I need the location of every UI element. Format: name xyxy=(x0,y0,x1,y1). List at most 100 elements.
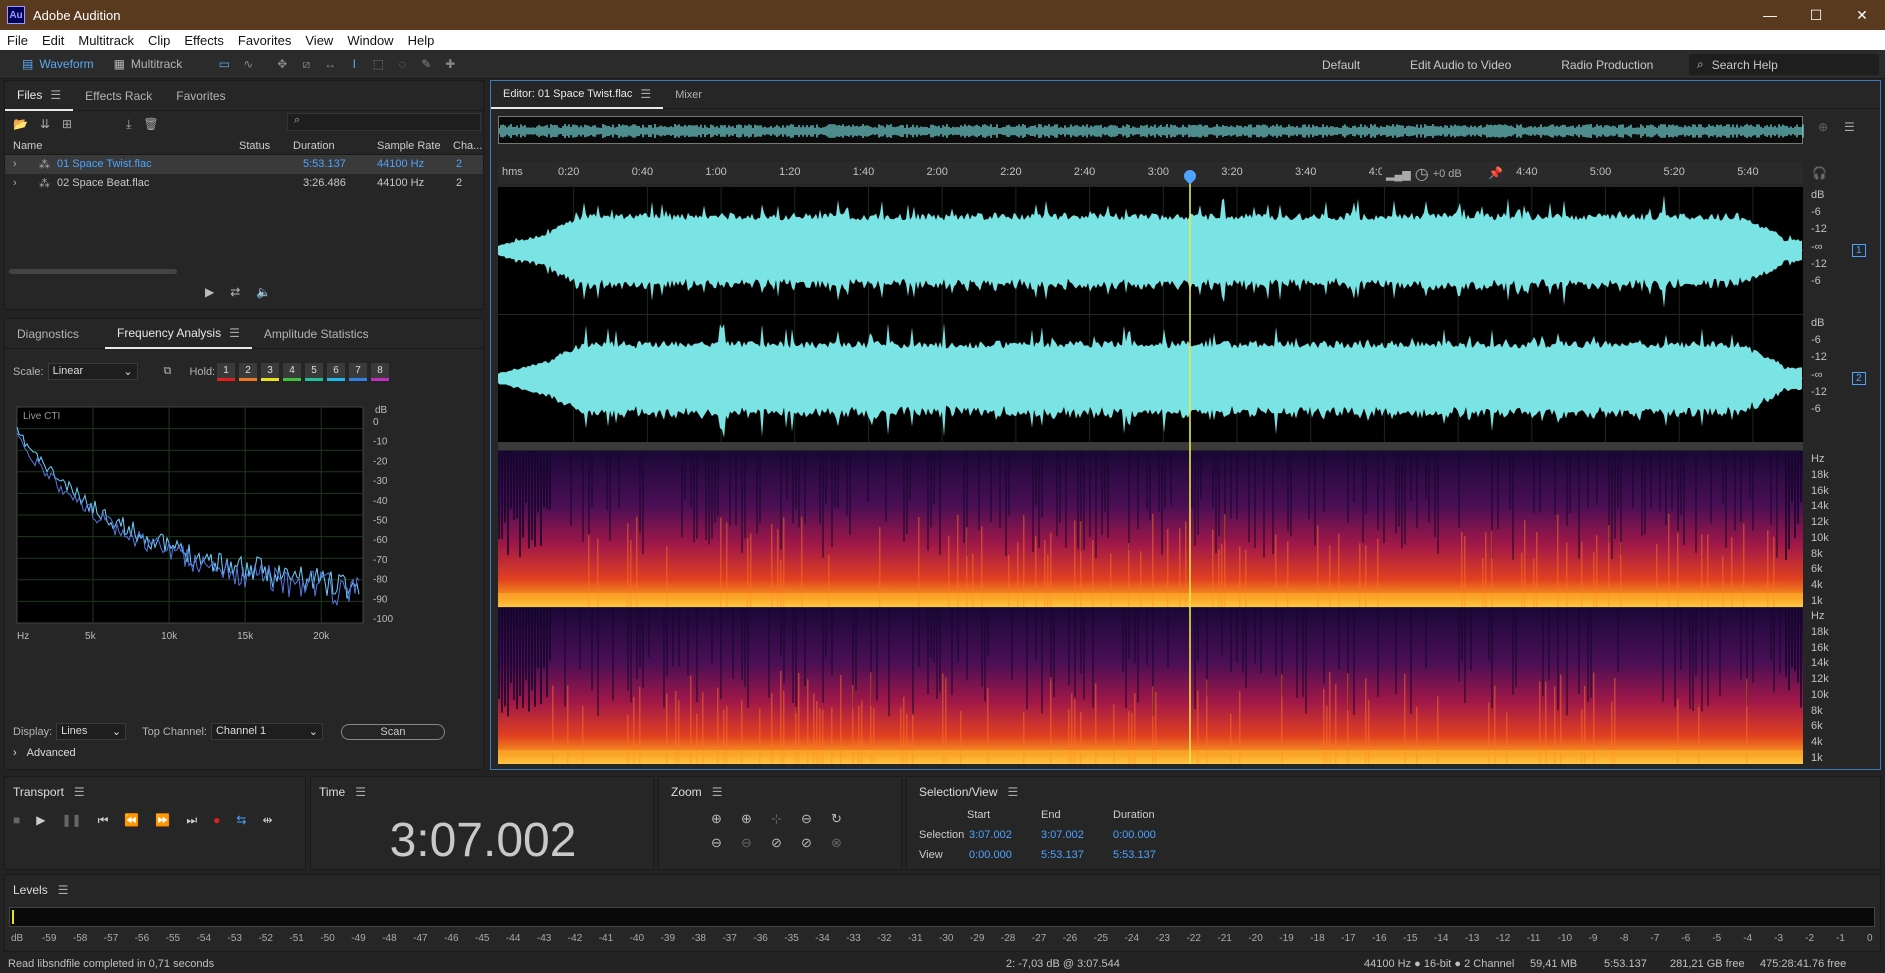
razor-tool-icon[interactable]: ⧄ xyxy=(296,54,316,74)
row-expand-icon[interactable]: › xyxy=(13,158,17,170)
panel-menu-icon[interactable]: ☰ xyxy=(640,87,651,101)
waveform-mode-button[interactable]: ▤ Waveform xyxy=(12,54,104,75)
spot-healing-tool-icon[interactable]: ✚ xyxy=(440,54,460,74)
selection-duration[interactable]: 0:00.000 xyxy=(1113,829,1156,841)
scale-dropdown[interactable]: Linear ⌄ xyxy=(47,363,138,380)
channel-2-badge[interactable]: 2 xyxy=(1852,372,1866,385)
tab-favorites[interactable]: Favorites xyxy=(164,81,237,111)
hold-button-6[interactable]: 6 xyxy=(327,363,345,381)
delete-file-icon[interactable]: 🗑 xyxy=(143,117,158,131)
rewind-icon[interactable]: ⏪ xyxy=(124,813,139,828)
menu-window[interactable]: Window xyxy=(340,33,400,48)
selection-end[interactable]: 3:07.002 xyxy=(1041,829,1084,841)
files-search-input[interactable]: ⌕ xyxy=(287,113,481,131)
tab-amplitude-statistics[interactable]: Amplitude Statistics xyxy=(252,319,381,349)
auto-play-icon[interactable]: 🔈 xyxy=(256,285,271,299)
play-preview-icon[interactable]: ▶ xyxy=(205,285,214,299)
record-icon[interactable]: ● xyxy=(213,813,220,828)
stop-icon[interactable]: ■ xyxy=(13,813,20,828)
channel-1-badge[interactable]: 1 xyxy=(1852,244,1866,257)
files-scrollbar[interactable] xyxy=(9,269,177,274)
tab-mixer[interactable]: Mixer xyxy=(663,81,714,109)
divider-handle[interactable] xyxy=(498,442,1803,450)
playhead[interactable] xyxy=(1189,170,1192,764)
panel-menu-icon[interactable]: ☰ xyxy=(50,88,61,102)
overview-navigator[interactable] xyxy=(498,116,1804,144)
waveform-channel-2[interactable] xyxy=(498,315,1803,442)
marquee-tool-icon[interactable]: ⬚ xyxy=(368,54,388,74)
panel-options-icon[interactable]: ☰ xyxy=(1844,120,1855,134)
zoom-out-time-icon[interactable]: ⊖ xyxy=(741,835,771,851)
metronome-icon[interactable]: 🎧 xyxy=(1812,166,1827,180)
new-file-icon[interactable]: ⊞ xyxy=(62,117,72,131)
workspace-edit-audio-to-video[interactable]: Edit Audio to Video xyxy=(1385,58,1536,72)
display-dropdown[interactable]: Lines ⌄ xyxy=(56,723,127,740)
tab-diagnostics[interactable]: Diagnostics xyxy=(5,319,91,349)
brush-tool-icon[interactable]: ✎ xyxy=(416,54,436,74)
play-icon[interactable]: ▶ xyxy=(36,813,45,828)
col-duration[interactable]: Duration xyxy=(293,140,335,152)
menu-edit[interactable]: Edit xyxy=(35,33,71,48)
open-file-icon[interactable]: 📂 xyxy=(13,117,28,131)
panel-menu-icon[interactable]: ☰ xyxy=(1008,785,1019,799)
loop-preview-icon[interactable]: ⇄ xyxy=(230,285,240,299)
panel-menu-icon[interactable]: ☰ xyxy=(229,326,240,340)
zoom-to-selection-icon[interactable]: ⊹ xyxy=(771,811,801,827)
panel-menu-icon[interactable]: ☰ xyxy=(58,883,69,897)
view-duration[interactable]: 5:53.137 xyxy=(1113,849,1156,861)
col-sample-rate[interactable]: Sample Rate xyxy=(377,140,441,152)
hold-button-1[interactable]: 1 xyxy=(217,363,235,381)
menu-multitrack[interactable]: Multitrack xyxy=(71,33,141,48)
zoom-selection-icon[interactable]: ⊗ xyxy=(831,835,861,851)
loop-playback-icon[interactable]: ⇆ xyxy=(236,813,246,828)
import-file-icon[interactable]: ⇊ xyxy=(40,117,50,131)
go-to-start-icon[interactable]: ⏮ xyxy=(98,813,109,828)
go-to-end-icon[interactable]: ⏭ xyxy=(186,813,197,828)
row-expand-icon[interactable]: › xyxy=(13,177,17,189)
tab-editor[interactable]: Editor: 01 Space Twist.flac ☰ xyxy=(491,81,664,109)
view-start[interactable]: 0:00.000 xyxy=(969,849,1012,861)
hold-button-5[interactable]: 5 xyxy=(305,363,323,381)
menu-help[interactable]: Help xyxy=(401,33,442,48)
maximize-button[interactable]: ☐ xyxy=(1793,0,1839,30)
selection-start[interactable]: 3:07.002 xyxy=(969,829,1012,841)
spectrogram-channel-1[interactable] xyxy=(498,451,1803,654)
menu-effects[interactable]: Effects xyxy=(177,33,231,48)
skip-selection-icon[interactable]: ⇹ xyxy=(262,813,272,828)
time-selection-tool-icon[interactable]: I xyxy=(344,54,364,74)
menu-clip[interactable]: Clip xyxy=(141,33,177,48)
multitrack-mode-button[interactable]: ▦ Multitrack xyxy=(104,54,193,75)
table-row[interactable]: › ⁂ 02 Space Beat.flac 3:26.486 44100 Hz… xyxy=(5,174,483,193)
pause-icon[interactable]: ❚❚ xyxy=(61,813,81,828)
hold-button-4[interactable]: 4 xyxy=(283,363,301,381)
tab-frequency-analysis[interactable]: Frequency Analysis ☰ xyxy=(105,319,252,349)
menu-file[interactable]: File xyxy=(0,33,35,48)
hold-button-8[interactable]: 8 xyxy=(371,363,389,381)
search-help-input[interactable]: ⌕ Search Help xyxy=(1689,54,1879,75)
workspace-radio-production[interactable]: Radio Production xyxy=(1536,58,1678,72)
hud-gain[interactable]: ▂▄▆ ◷ +0 dB xyxy=(1382,164,1466,184)
menu-favorites[interactable]: Favorites xyxy=(231,33,298,48)
table-row[interactable]: › ⁂ 01 Space Twist.flac 5:53.137 44100 H… xyxy=(5,155,483,174)
slip-tool-icon[interactable]: ↔ xyxy=(320,54,340,74)
panel-menu-icon[interactable]: ☰ xyxy=(74,785,85,799)
pin-icon[interactable]: 📌 xyxy=(1488,166,1503,180)
view-end[interactable]: 5:53.137 xyxy=(1041,849,1084,861)
insert-into-multitrack-icon[interactable]: ⤓ xyxy=(126,117,131,132)
col-name[interactable]: Name xyxy=(13,140,42,152)
move-tool-icon[interactable]: ✥ xyxy=(272,54,292,74)
workspace-default[interactable]: Default xyxy=(1297,58,1385,72)
zoom-in-right-icon[interactable]: ⊘ xyxy=(801,835,831,851)
advanced-toggle[interactable]: › Advanced xyxy=(13,747,76,759)
tab-effects-rack[interactable]: Effects Rack xyxy=(73,81,164,111)
time-ruler[interactable]: hms 0:20 0:40 1:00 1:20 1:40 2:00 2:20 2:40 3:00… xyxy=(498,162,1803,184)
fast-forward-icon[interactable]: ⏩ xyxy=(155,813,170,828)
close-button[interactable]: ✕ xyxy=(1839,0,1885,30)
gain-knob-icon[interactable]: ◷ xyxy=(1415,164,1429,184)
hold-button-3[interactable]: 3 xyxy=(261,363,279,381)
zoom-to-fit-icon[interactable]: ⊕ xyxy=(1818,120,1828,134)
minimize-button[interactable]: — xyxy=(1747,0,1793,30)
col-channels[interactable]: Cha... xyxy=(453,140,482,152)
zoom-in-amplitude-icon[interactable]: ⊕ xyxy=(711,811,741,827)
zoom-in-time-icon[interactable]: ⊕ xyxy=(741,811,771,827)
